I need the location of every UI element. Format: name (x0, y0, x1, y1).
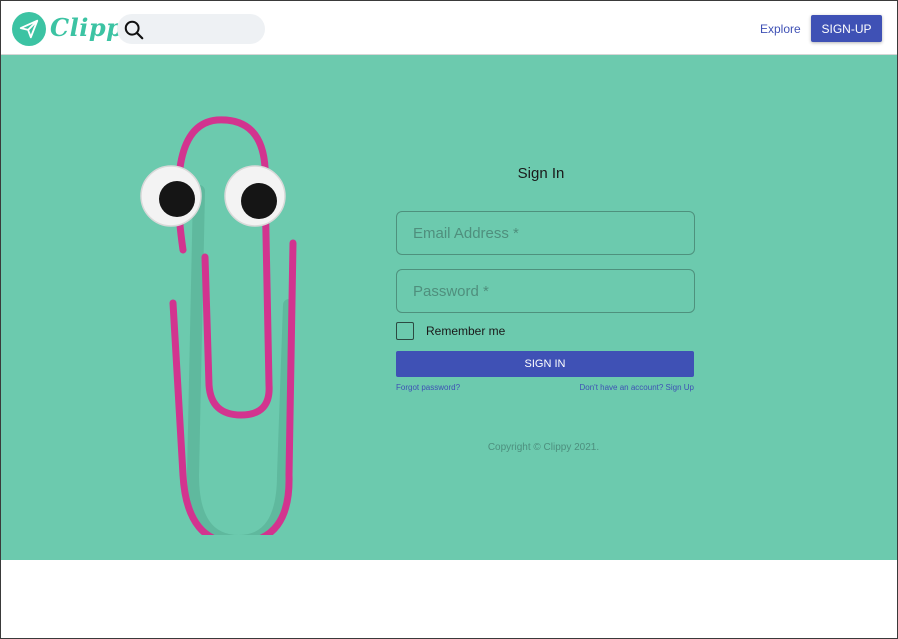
search-bar[interactable] (117, 14, 265, 44)
hero-background: Sign In Remember me SIGN IN Forgot passw… (1, 55, 897, 560)
remember-me-label: Remember me (426, 324, 506, 338)
signup-button[interactable]: SIGN-UP (811, 15, 882, 42)
email-field-wrapper (396, 211, 695, 255)
password-field-wrapper (396, 269, 695, 313)
signin-title: Sign In (517, 165, 565, 182)
signin-button[interactable]: SIGN IN (396, 351, 694, 377)
remember-me-row[interactable]: Remember me (396, 321, 505, 341)
paper-plane-icon[interactable] (12, 12, 46, 46)
googly-eyed-paperclip-image (140, 116, 297, 535)
top-navbar: Clippy Explore SIGN-UP (1, 1, 897, 55)
forgot-password-link[interactable]: Forgot password? (396, 383, 460, 392)
remember-me-checkbox[interactable] (396, 322, 414, 340)
password-input[interactable] (397, 270, 694, 312)
explore-link[interactable]: Explore (760, 22, 801, 36)
copyright-text: Copyright © Clippy 2021. (487, 442, 600, 453)
signup-link[interactable]: Don't have an account? Sign Up (580, 383, 695, 392)
search-icon[interactable] (123, 19, 145, 41)
app-frame: Clippy Explore SIGN-UP Sign In Email Add… (0, 0, 898, 639)
email-input[interactable] (397, 212, 694, 254)
search-input[interactable] (151, 19, 259, 41)
